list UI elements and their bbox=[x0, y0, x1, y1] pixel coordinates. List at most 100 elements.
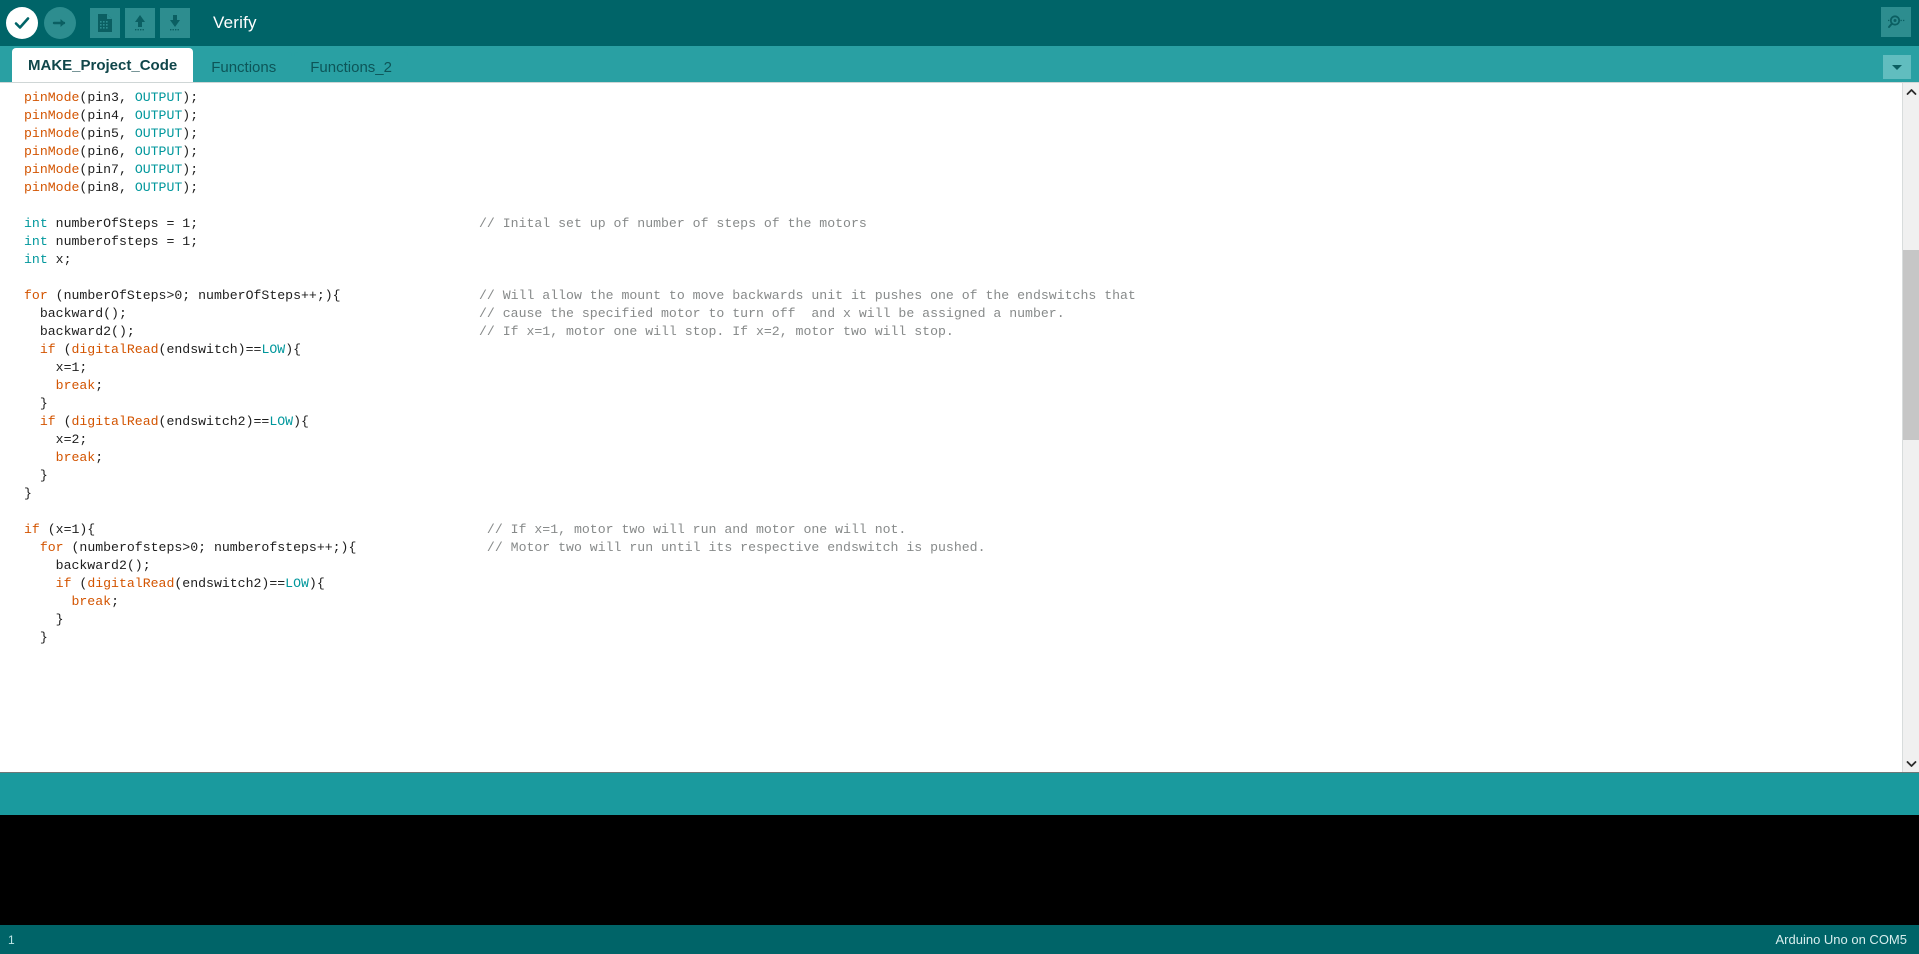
code-token: ){ bbox=[308, 576, 325, 591]
code-token: backward2(); bbox=[39, 324, 135, 339]
tab-make-project-code[interactable]: MAKE_Project_Code bbox=[12, 48, 194, 82]
arduino-ide-window: Verify MAKE_Project_Code Functions Funct… bbox=[0, 0, 1919, 954]
code-token: ); bbox=[182, 162, 199, 177]
code-line-text: pinMode(pin6, OUTPUT); bbox=[24, 144, 198, 159]
tab-label: Functions bbox=[211, 58, 277, 76]
code-line-text: pinMode(pin8, OUTPUT); bbox=[24, 180, 198, 195]
code-token: pinMode bbox=[24, 108, 80, 123]
code-line-text: x=2; bbox=[24, 432, 88, 447]
code-token: if bbox=[39, 342, 56, 357]
code-line-text: pinMode(pin7, OUTPUT); bbox=[24, 162, 198, 177]
code-token: (pin4, bbox=[79, 108, 135, 123]
code-line-text: } bbox=[24, 396, 48, 411]
code-token: (pin3, bbox=[79, 90, 135, 105]
code-token: LOW bbox=[261, 342, 286, 357]
code-token: ); bbox=[182, 144, 199, 159]
code-token: x=1; bbox=[55, 360, 88, 375]
code-token: LOW bbox=[285, 576, 309, 591]
code-token: } bbox=[55, 612, 64, 627]
code-line: for (numberofsteps>0; numberofsteps++;){… bbox=[24, 539, 1902, 557]
code-line: backward2(); bbox=[24, 557, 1902, 575]
new-button[interactable] bbox=[90, 8, 120, 38]
code-comment: // cause the specified motor to turn off… bbox=[479, 306, 1065, 321]
console-output[interactable] bbox=[0, 815, 1919, 925]
code-line: if (digitalRead(endswitch)==LOW){ bbox=[24, 341, 1902, 359]
code-line: break; bbox=[24, 377, 1902, 395]
editor-area: pinMode(pin3, OUTPUT); pinMode(pin4, OUTP… bbox=[0, 82, 1919, 772]
code-token: backward2(); bbox=[55, 558, 151, 573]
tab-label: MAKE_Project_Code bbox=[28, 56, 178, 74]
checkmark-icon bbox=[14, 17, 30, 29]
code-line: if (x=1){ // If x=1, motor two will run … bbox=[24, 521, 1902, 539]
code-line-text: for (numberOfSteps>0; numberOfSteps++;){ bbox=[24, 288, 341, 303]
code-line: if (digitalRead(endswitch2)==LOW){ bbox=[24, 575, 1902, 593]
tab-menu-button[interactable] bbox=[1883, 55, 1911, 79]
code-line-text: if (digitalRead(endswitch2)==LOW){ bbox=[24, 414, 309, 429]
code-token: OUTPUT bbox=[134, 108, 183, 123]
code-line: } bbox=[24, 629, 1902, 647]
code-line: pinMode(pin3, OUTPUT); bbox=[24, 89, 1902, 107]
code-line-text: if (digitalRead(endswitch2)==LOW){ bbox=[24, 576, 325, 591]
code-line: x=1; bbox=[24, 359, 1902, 377]
scroll-up-button[interactable] bbox=[1903, 83, 1919, 100]
code-line-text: pinMode(pin4, OUTPUT); bbox=[24, 108, 198, 123]
code-line: pinMode(pin8, OUTPUT); bbox=[24, 179, 1902, 197]
code-comment: // Will allow the mount to move backward… bbox=[479, 288, 1136, 303]
line-number-indicator: 1 bbox=[8, 932, 15, 947]
code-token: pinMode bbox=[24, 180, 80, 195]
code-token: OUTPUT bbox=[134, 144, 183, 159]
editor-vertical-scrollbar[interactable] bbox=[1902, 83, 1919, 772]
code-token: digitalRead bbox=[87, 576, 175, 591]
code-token: digitalRead bbox=[71, 342, 159, 357]
code-token: ; bbox=[111, 594, 119, 609]
upload-button[interactable] bbox=[44, 7, 76, 39]
board-port-indicator: Arduino Uno on COM5 bbox=[1775, 932, 1907, 947]
code-line-text: break; bbox=[24, 450, 104, 465]
code-token: OUTPUT bbox=[134, 180, 183, 195]
code-token: for bbox=[24, 288, 48, 303]
verify-button[interactable] bbox=[6, 7, 38, 39]
code-token: } bbox=[39, 630, 48, 645]
code-line: } bbox=[24, 611, 1902, 629]
code-line-text: pinMode(pin3, OUTPUT); bbox=[24, 90, 198, 105]
code-token: break bbox=[55, 450, 96, 465]
code-line: int numberofsteps = 1; bbox=[24, 233, 1902, 251]
code-token: ); bbox=[182, 180, 199, 195]
code-token: ){ bbox=[293, 414, 309, 429]
code-line: } bbox=[24, 395, 1902, 413]
code-token: (pin5, bbox=[79, 126, 135, 141]
code-token: } bbox=[24, 486, 32, 501]
code-token: ); bbox=[182, 108, 199, 123]
serial-monitor-button[interactable] bbox=[1881, 7, 1911, 37]
tab-functions[interactable]: Functions bbox=[195, 52, 293, 82]
code-token: pinMode bbox=[24, 126, 80, 141]
code-token: ( bbox=[55, 414, 72, 429]
code-token: numberofsteps = 1; bbox=[47, 234, 199, 249]
status-bar: 1 Arduino Uno on COM5 bbox=[0, 925, 1919, 954]
code-token: backward(); bbox=[39, 306, 127, 321]
code-token: OUTPUT bbox=[134, 126, 183, 141]
code-line: pinMode(pin6, OUTPUT); bbox=[24, 143, 1902, 161]
code-comment: // If x=1, motor one will stop. If x=2, … bbox=[479, 324, 954, 339]
code-line: } bbox=[24, 467, 1902, 485]
scrollbar-track[interactable] bbox=[1902, 100, 1919, 755]
code-line-text: if (digitalRead(endswitch)==LOW){ bbox=[24, 342, 301, 357]
code-editor[interactable]: pinMode(pin3, OUTPUT); pinMode(pin4, OUTP… bbox=[0, 83, 1902, 772]
code-token: OUTPUT bbox=[134, 90, 183, 105]
scrollbar-thumb[interactable] bbox=[1902, 250, 1919, 440]
code-token: (pin6, bbox=[79, 144, 135, 159]
code-line: } bbox=[24, 485, 1902, 503]
open-button[interactable] bbox=[125, 8, 155, 38]
code-line-text: break; bbox=[24, 594, 119, 609]
tab-label: Functions_2 bbox=[310, 58, 392, 76]
arrow-up-icon bbox=[135, 15, 145, 31]
scroll-down-button[interactable] bbox=[1903, 755, 1919, 772]
save-button[interactable] bbox=[160, 8, 190, 38]
code-line-text: backward(); bbox=[24, 306, 127, 321]
code-comment: // Motor two will run until its respecti… bbox=[479, 540, 986, 555]
tab-functions-2[interactable]: Functions_2 bbox=[294, 52, 408, 82]
code-token: numberOfSteps = 1; bbox=[47, 216, 199, 231]
code-comment: // If x=1, motor two will run and motor … bbox=[479, 522, 907, 537]
